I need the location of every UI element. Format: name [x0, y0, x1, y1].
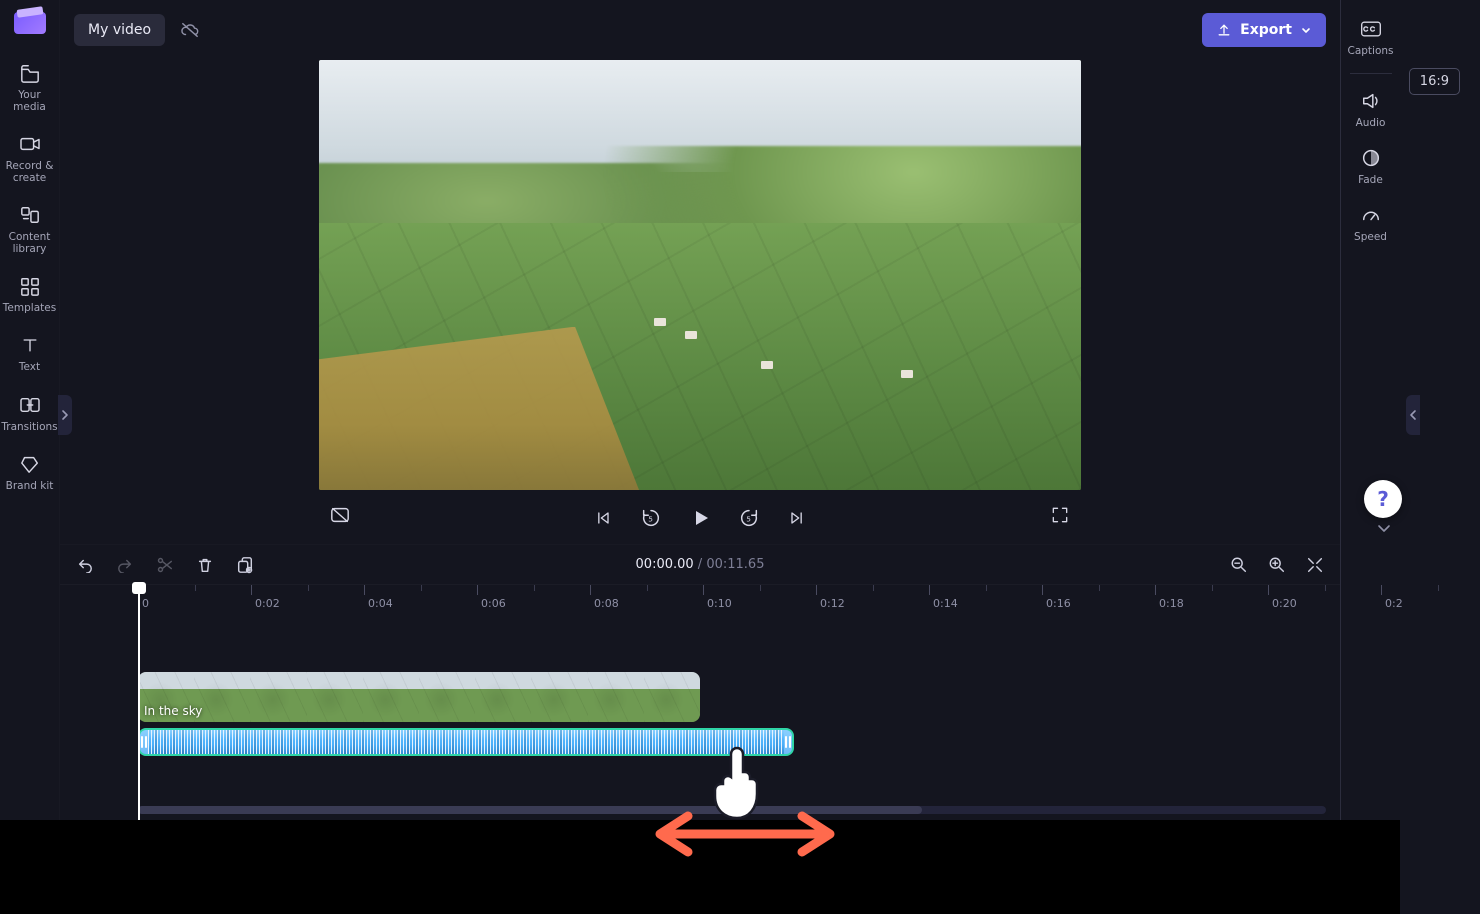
aspect-ratio-button[interactable]: 16:9: [1409, 68, 1460, 95]
ruler-major-tick: 0:04: [364, 585, 393, 615]
sidebar-item-speed[interactable]: Speed: [1343, 200, 1399, 247]
audio-waveform: [148, 730, 784, 754]
sidebar-item-templates[interactable]: Templates: [2, 267, 58, 320]
text-icon: [19, 334, 41, 356]
play-icon[interactable]: [684, 502, 716, 534]
ruler-major-tick: 0:08: [590, 585, 619, 615]
brand-icon: [19, 453, 41, 475]
sidebar-item-content-library[interactable]: Content library: [2, 196, 58, 261]
ruler-major-tick: 0:16: [1042, 585, 1071, 615]
timeline: 00:020:040:060:080:100:120:140:160:180:2…: [60, 584, 1340, 820]
sidebar-item-brand-kit[interactable]: Brand kit: [2, 445, 58, 498]
audio-trim-handle-left[interactable]: [140, 730, 148, 754]
split-icon[interactable]: [154, 554, 176, 576]
audio-icon: [1360, 90, 1382, 112]
video-clip-label: In the sky: [144, 704, 202, 718]
undo-icon[interactable]: [74, 554, 96, 576]
sidebar-item-label: Captions: [1347, 45, 1393, 57]
fullscreen-icon[interactable]: [1045, 500, 1075, 530]
safe-zone-toggle-icon[interactable]: [325, 500, 355, 530]
sidebar-item-fade[interactable]: Fade: [1343, 143, 1399, 190]
ruler-major-tick: 0:06: [477, 585, 506, 615]
sidebar-item-label: Text: [19, 361, 40, 373]
tracks-area[interactable]: In the sky: [60, 614, 1340, 820]
preview-frame-image: [319, 60, 1081, 490]
time-ruler[interactable]: 00:020:040:060:080:100:120:140:160:180:2…: [60, 584, 1340, 614]
topbar: My video Export 16:9: [60, 0, 1340, 60]
expand-right-panel-handle[interactable]: [1406, 395, 1420, 435]
upload-icon: [1216, 22, 1232, 38]
ruler-major-tick: 0:12: [816, 585, 845, 615]
captions-icon: [1360, 18, 1382, 40]
media-icon: [19, 62, 41, 84]
audio-trim-handle-right[interactable]: [784, 730, 792, 754]
timeline-toolbar: 00:00.00 / 00:11.65: [60, 544, 1340, 584]
cloud-sync-off-icon[interactable]: [179, 19, 201, 41]
transport-controls: 5 5: [319, 490, 1081, 544]
export-button[interactable]: Export: [1202, 13, 1326, 47]
library-icon: [19, 204, 41, 226]
current-time: 00:00.00: [636, 557, 694, 572]
fit-timeline-icon[interactable]: [1304, 554, 1326, 576]
templates-icon: [19, 275, 41, 297]
ruler-major-tick: 0:14: [929, 585, 958, 615]
fade-icon: [1360, 147, 1382, 169]
camcorder-icon: [19, 133, 41, 155]
speed-icon: [1360, 204, 1382, 226]
sidebar-item-label: Speed: [1354, 231, 1387, 243]
window-bottom-bar: [0, 820, 1400, 914]
ruler-major-tick: 0:18: [1155, 585, 1184, 615]
sidebar-item-record-create[interactable]: Record & create: [2, 125, 58, 190]
video-clip[interactable]: In the sky: [138, 672, 700, 722]
sidebar-item-audio[interactable]: Audio: [1343, 86, 1399, 133]
timeline-scrollbar-thumb[interactable]: [138, 806, 922, 814]
svg-text:5: 5: [648, 515, 653, 524]
delete-icon[interactable]: [194, 554, 216, 576]
zoom-in-icon[interactable]: [1266, 554, 1288, 576]
sidebar-item-label: Audio: [1356, 117, 1386, 129]
help-button[interactable]: ?: [1364, 480, 1402, 518]
forward-5-icon[interactable]: 5: [734, 503, 764, 533]
expand-left-panel-handle[interactable]: [58, 395, 72, 435]
ruler-major-tick: 0:2: [1381, 585, 1403, 615]
sidebar-item-transitions[interactable]: Transitions: [2, 386, 58, 439]
preview-stage: 5 5: [60, 60, 1340, 544]
ruler-major-tick: 0:02: [251, 585, 280, 615]
timecode: 00:00.00 / 00:11.65: [636, 557, 765, 572]
sidebar-item-text[interactable]: Text: [2, 326, 58, 379]
skip-end-icon[interactable]: [782, 503, 812, 533]
duration: 00:11.65: [706, 557, 764, 572]
rewind-5-icon[interactable]: 5: [636, 503, 666, 533]
help-collapse-chevron-icon[interactable]: [1376, 522, 1392, 534]
zoom-out-icon[interactable]: [1228, 554, 1250, 576]
skip-start-icon[interactable]: [588, 503, 618, 533]
left-sidebar: Your media Record & create Content libra…: [0, 0, 60, 820]
preview-canvas[interactable]: [319, 60, 1081, 490]
main-area: My video Export 16:9: [60, 0, 1340, 820]
ruler-major-tick: 0:20: [1268, 585, 1297, 615]
sidebar-item-label: Brand kit: [6, 480, 54, 492]
sidebar-item-label: Fade: [1358, 174, 1383, 186]
project-title-input[interactable]: My video: [74, 14, 165, 46]
redo-icon[interactable]: [114, 554, 136, 576]
sidebar-item-captions[interactable]: Captions: [1343, 14, 1399, 61]
sidebar-item-your-media[interactable]: Your media: [2, 54, 58, 119]
playhead[interactable]: [138, 584, 140, 820]
sidebar-item-label: Templates: [3, 302, 56, 314]
audio-clip[interactable]: [138, 728, 794, 756]
chevron-down-icon: [1300, 24, 1312, 36]
right-sidebar: Captions Audio Fade Speed: [1341, 0, 1400, 820]
sidebar-item-label: Your media: [2, 89, 58, 113]
timeline-scrollbar[interactable]: [138, 806, 1326, 814]
app-logo[interactable]: [14, 12, 46, 34]
export-label: Export: [1240, 22, 1292, 38]
duplicate-icon[interactable]: [234, 554, 256, 576]
sidebar-item-label: Content library: [2, 231, 58, 255]
transitions-icon: [19, 394, 41, 416]
sidebar-item-label: Transitions: [1, 421, 57, 433]
ruler-major-tick: 0:10: [703, 585, 732, 615]
svg-text:5: 5: [746, 515, 751, 524]
sidebar-item-label: Record & create: [2, 160, 58, 184]
